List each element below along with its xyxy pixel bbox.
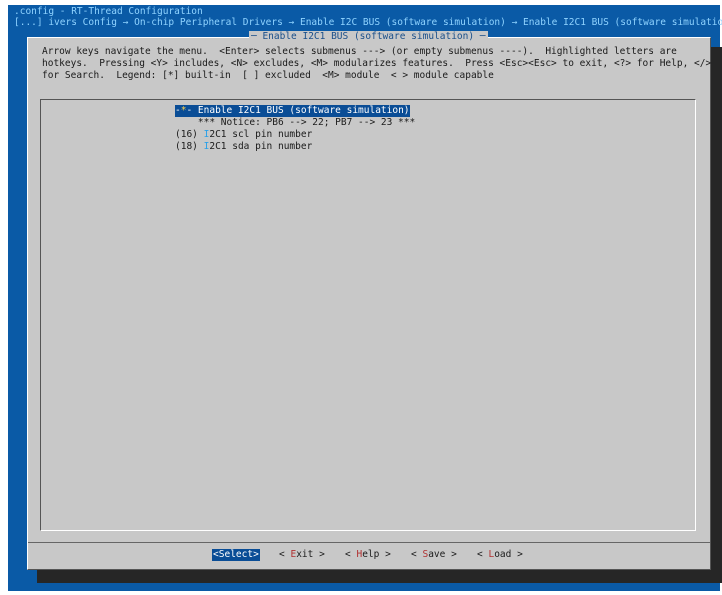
select-button[interactable]: <Select>	[212, 549, 260, 561]
breadcrumb: [...] ivers Config → On-chip Peripheral …	[14, 17, 722, 28]
help-text-line-1: Arrow keys navigate the menu. <Enter> se…	[42, 46, 677, 57]
help-text-line-2: hotkeys. Pressing <Y> includes, <N> excl…	[42, 58, 712, 69]
divider	[28, 542, 710, 543]
menuconfig-dialog: ─ Enable I2C1 BUS (software simulation) …	[27, 31, 712, 570]
help-text-line-3: for Search. Legend: [*] built-in [ ] exc…	[42, 70, 494, 81]
terminal-screen: .config - RT-Thread Configuration [...] …	[8, 5, 722, 591]
dialog-title: ─ Enable I2C1 BUS (software simulation) …	[249, 31, 488, 43]
menu-item-notice: *** Notice: PB6 --> 22; PB7 --> 23 ***	[175, 117, 416, 128]
help-button[interactable]: < Help >	[345, 549, 391, 561]
menu-item-i2c1-sda-pin[interactable]: (18) I2C1 sda pin number	[175, 141, 312, 153]
save-button[interactable]: < Save >	[411, 549, 457, 561]
menu-item-i2c1-scl-pin[interactable]: (16) I2C1 scl pin number	[175, 129, 312, 141]
menu-list: -*- Enable I2C1 BUS (software simulation…	[40, 99, 696, 531]
menu-item-enable-i2c1[interactable]: -*- Enable I2C1 BUS (software simulation…	[175, 105, 410, 117]
exit-button[interactable]: < Exit >	[279, 549, 325, 561]
load-button[interactable]: < Load >	[477, 549, 523, 561]
